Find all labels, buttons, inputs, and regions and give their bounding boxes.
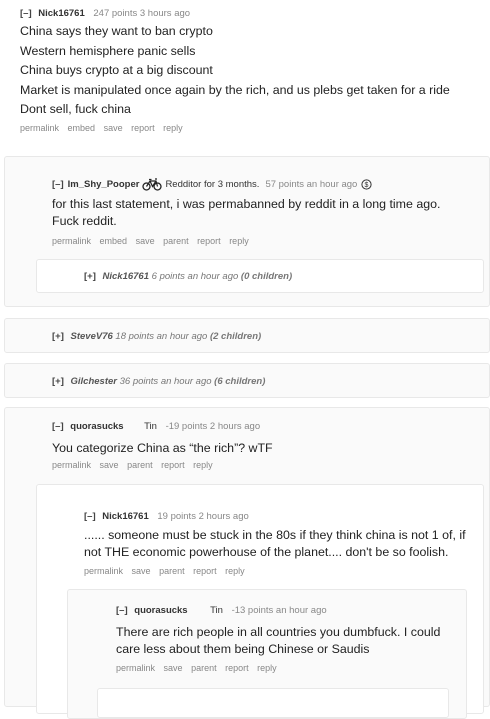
save-button[interactable]: save <box>136 236 155 246</box>
user-flair: Tin <box>210 605 223 616</box>
reply-button[interactable]: reply <box>163 123 183 133</box>
reply-button[interactable]: reply <box>225 566 245 576</box>
report-button[interactable]: report <box>161 460 185 470</box>
collapsed-comment-nick16761[interactable]: [+] Nick16761 6 points an hour ago (0 ch… <box>36 259 484 293</box>
comment-tagline: [–] Im_Shy_Pooper Redditor for 3 months.… <box>52 177 482 191</box>
collapse-toggle[interactable]: [–] <box>84 511 96 522</box>
permalink-button[interactable]: permalink <box>20 123 59 133</box>
expand-toggle[interactable]: [+] <box>84 271 96 282</box>
comment-body: ...... someone must be stuck in the 80s … <box>84 528 466 559</box>
report-button[interactable]: report <box>225 663 249 673</box>
expand-toggle[interactable]: [+] <box>52 376 64 387</box>
collapsed-comment-gilchester[interactable]: [+] Gilchester 36 points an hour ago (6 … <box>4 363 490 398</box>
comment-tagline: [–] Nick16761 247 points 3 hours ago <box>20 8 480 19</box>
comment-tagline: [–] quorasucks Tin -13 points an hour ag… <box>116 605 461 616</box>
collapse-toggle[interactable]: [–] <box>52 421 64 432</box>
comment-meta: -13 points an hour ago <box>231 605 327 616</box>
comment-im-shy-pooper: [–] Im_Shy_Pooper Redditor for 3 months.… <box>52 177 482 246</box>
comment-meta: -19 points 2 hours ago <box>165 421 261 432</box>
permalink-button[interactable]: permalink <box>52 460 91 470</box>
collapse-toggle[interactable]: [–] <box>116 605 128 616</box>
comment-nick16761-reply: [–] Nick16761 19 points 2 hours ago ....… <box>84 511 474 576</box>
reply-button[interactable]: reply <box>193 460 213 470</box>
author-link[interactable]: Nick16761 <box>38 8 84 19</box>
comment-body: There are rich people in all countries y… <box>116 625 441 656</box>
comment-meta: 247 points 3 hours ago <box>93 8 191 19</box>
collapse-toggle[interactable]: [–] <box>20 8 32 19</box>
save-button[interactable]: save <box>132 566 151 576</box>
embed-button[interactable]: embed <box>100 236 128 246</box>
comment-nick16761-top: [–] Nick16761 247 points 3 hours ago Chi… <box>20 8 480 133</box>
comment-line: Market is manipulated once again by the … <box>20 82 450 97</box>
comment-meta: 36 points an hour ago <box>119 376 212 387</box>
children-count: (0 children) <box>240 271 293 282</box>
children-count: (6 children) <box>214 376 266 387</box>
comment-body: for this last statement, i was permabann… <box>52 197 441 228</box>
collapsed-comment-stevev76[interactable]: [+] SteveV76 18 points an hour ago (2 ch… <box>4 318 490 353</box>
author-link[interactable]: Im_Shy_Pooper <box>68 179 140 190</box>
comment-meta: 6 points an hour ago <box>151 271 239 282</box>
children-count: (2 children) <box>209 331 262 342</box>
comment-buttons: permalink save parent report reply <box>52 460 482 470</box>
comment-tagline: [+] Nick16761 6 points an hour ago (0 ch… <box>84 271 292 282</box>
comment-tagline: [–] Nick16761 19 points 2 hours ago <box>84 511 474 522</box>
coin-icon: $ <box>361 178 372 190</box>
parent-button[interactable]: parent <box>159 566 185 576</box>
reply-button[interactable]: reply <box>257 663 277 673</box>
comment-line: China buys crypto at a big discount <box>20 63 213 77</box>
comment-buttons: permalink embed save parent report reply <box>52 236 482 246</box>
comment-buttons: permalink save parent report reply <box>84 566 474 576</box>
user-flair: Redditor for 3 months. <box>165 178 260 190</box>
embed-button[interactable]: embed <box>68 123 96 133</box>
comment-tagline: [–] quorasucks Tin -19 points 2 hours ag… <box>52 421 482 432</box>
author-link[interactable]: Nick16761 <box>103 271 149 282</box>
bicycle-icon <box>142 177 163 191</box>
collapse-toggle[interactable]: [–] <box>52 179 64 190</box>
comment-meta: 18 points an hour ago <box>115 331 208 342</box>
permalink-button[interactable]: permalink <box>116 663 155 673</box>
comment-body: China says they want to ban crypto Weste… <box>20 22 480 120</box>
permalink-button[interactable]: permalink <box>84 566 123 576</box>
user-flair: Tin <box>144 421 157 432</box>
save-button[interactable]: save <box>100 460 119 470</box>
comment-buttons: permalink save parent report reply <box>116 663 461 673</box>
expand-toggle[interactable]: [+] <box>52 331 64 342</box>
reply-button[interactable]: reply <box>229 236 249 246</box>
permalink-button[interactable]: permalink <box>52 236 91 246</box>
comment-line: Western hemisphere panic sells <box>20 43 196 58</box>
comment-line: Dont sell, fuck china <box>20 102 131 116</box>
parent-button[interactable]: parent <box>127 460 153 470</box>
comment-tagline: [+] Gilchester 36 points an hour ago (6 … <box>52 376 265 387</box>
comment-tagline: [+] SteveV76 18 points an hour ago (2 ch… <box>52 331 261 342</box>
comment-meta: 57 points an hour ago <box>265 178 358 190</box>
comment-buttons: permalink embed save report reply <box>20 123 480 133</box>
author-link[interactable]: Gilchester <box>71 376 117 387</box>
author-link[interactable]: SteveV76 <box>71 331 113 342</box>
report-button[interactable]: report <box>131 123 155 133</box>
save-button[interactable]: save <box>104 123 123 133</box>
parent-button[interactable]: parent <box>163 236 189 246</box>
parent-button[interactable]: parent <box>191 663 217 673</box>
comment-quorasucks-reply: [–] quorasucks Tin -13 points an hour ag… <box>116 605 461 673</box>
author-link[interactable]: quorasucks <box>70 421 123 432</box>
report-button[interactable]: report <box>193 566 217 576</box>
report-button[interactable]: report <box>197 236 221 246</box>
save-button[interactable]: save <box>164 663 183 673</box>
comment-line: China says they want to ban crypto <box>20 24 213 38</box>
comment-quorasucks: [–] quorasucks Tin -19 points 2 hours ag… <box>52 421 482 470</box>
child-comment-box <box>97 688 449 718</box>
comment-body: You categorize China as “the rich”? wTF <box>52 441 273 455</box>
svg-text:$: $ <box>365 182 369 189</box>
comment-meta: 19 points 2 hours ago <box>157 511 249 522</box>
author-link[interactable]: Nick16761 <box>102 511 148 522</box>
author-link[interactable]: quorasucks <box>134 605 187 616</box>
